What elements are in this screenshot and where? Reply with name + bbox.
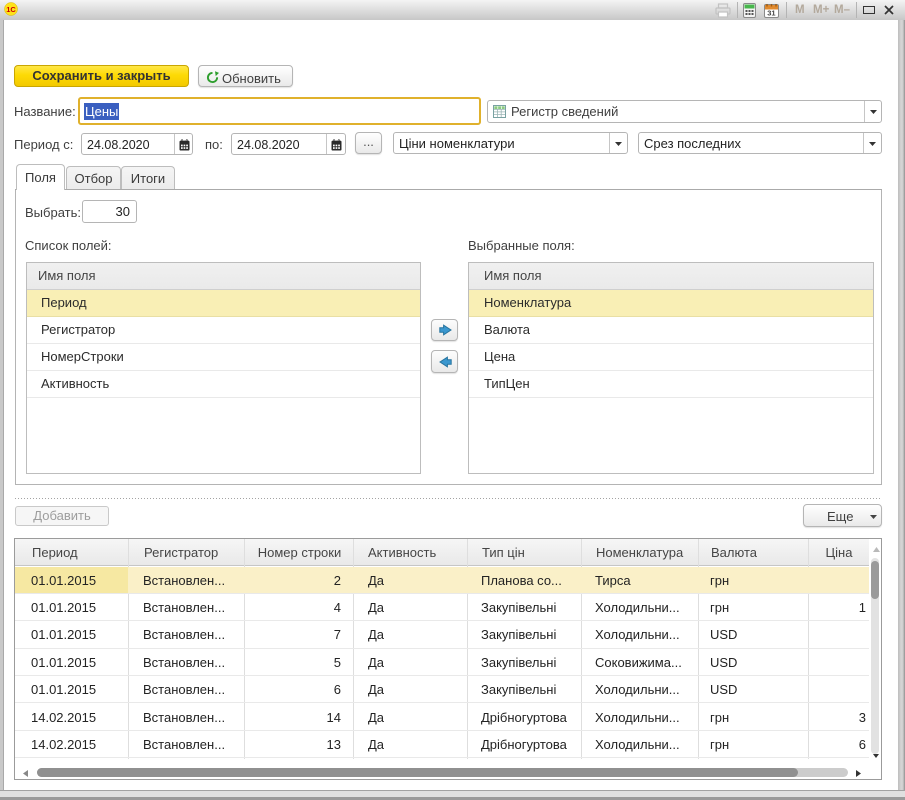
svg-text:31: 31 xyxy=(767,9,775,18)
svg-text:1С: 1С xyxy=(6,5,16,14)
